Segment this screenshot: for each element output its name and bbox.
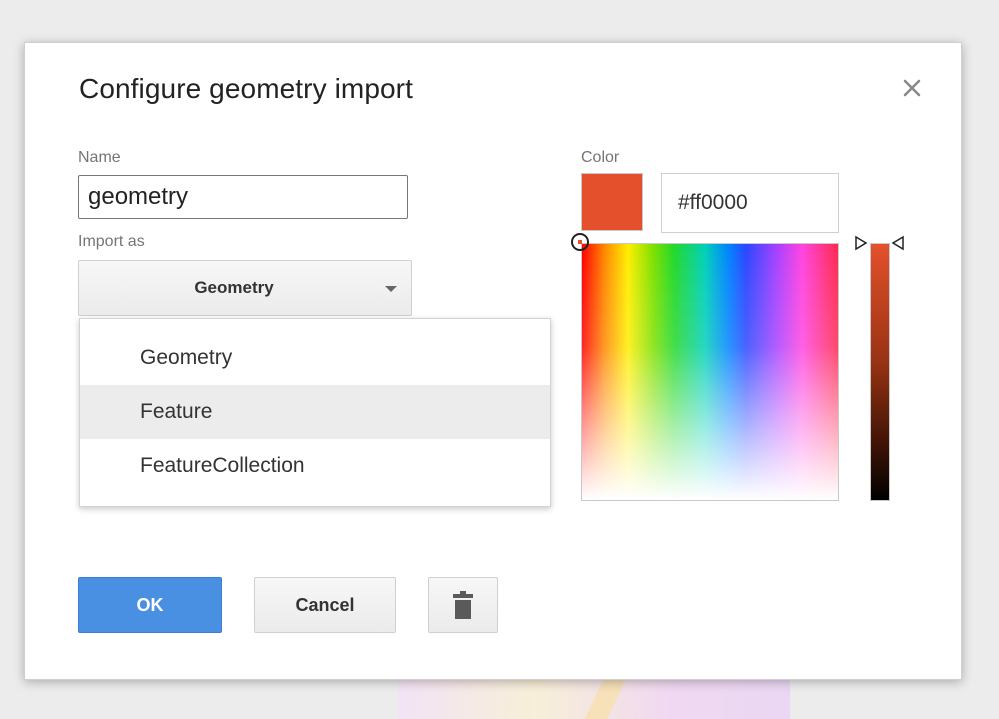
import-as-menu: Geometry Feature FeatureCollection — [79, 318, 551, 507]
menu-item-featurecollection[interactable]: FeatureCollection — [80, 439, 550, 493]
chevron-down-icon — [385, 286, 397, 292]
menu-item-geometry[interactable]: Geometry — [80, 331, 550, 385]
triangle-left-icon — [891, 235, 904, 251]
close-icon — [903, 79, 921, 97]
delete-button[interactable] — [428, 577, 498, 633]
menu-item-feature[interactable]: Feature — [80, 385, 550, 439]
name-input[interactable] — [78, 175, 408, 219]
brightness-slider[interactable] — [870, 243, 890, 501]
color-swatch[interactable] — [581, 173, 643, 231]
cancel-button[interactable]: Cancel — [254, 577, 396, 633]
import-as-label: Import as — [78, 233, 145, 250]
dialog-title: Configure geometry import — [79, 73, 413, 104]
trash-icon — [453, 591, 473, 619]
brightness-slider-handle-left[interactable] — [854, 235, 868, 251]
close-button[interactable] — [897, 73, 927, 103]
ok-button[interactable]: OK — [78, 577, 222, 633]
hex-color-input[interactable] — [661, 173, 839, 233]
color-picker-area[interactable] — [581, 243, 839, 501]
color-picker-handle-dot — [578, 240, 582, 244]
import-as-dropdown[interactable]: Geometry — [78, 260, 412, 316]
triangle-right-icon — [855, 235, 868, 251]
color-picker-handle[interactable] — [571, 233, 589, 251]
brightness-slider-handle-right[interactable] — [891, 235, 905, 251]
name-label: Name — [78, 149, 121, 166]
import-as-selected: Geometry — [194, 278, 274, 297]
configure-import-dialog: Configure geometry import Name Import as… — [24, 42, 962, 680]
color-label: Color — [581, 149, 620, 166]
